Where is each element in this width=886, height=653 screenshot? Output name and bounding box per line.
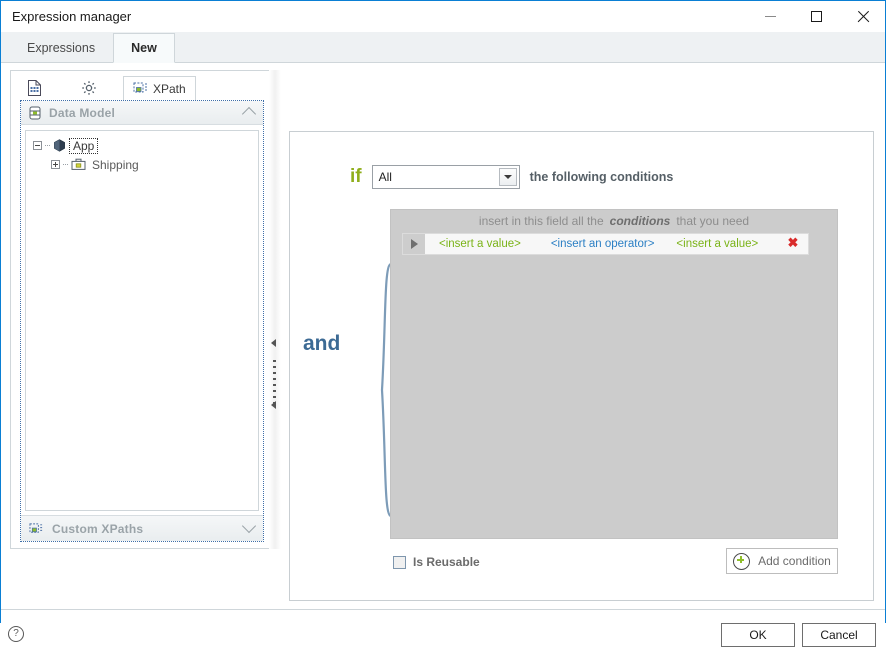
tab-xpath[interactable]: XPath [123, 76, 196, 101]
right-panel: if All the following conditions and inse… [289, 131, 874, 601]
add-condition-label: Add condition [758, 554, 831, 568]
tree-node-app[interactable]: App [26, 136, 258, 155]
combo-dropdown-button[interactable] [498, 168, 517, 186]
window-title: Expression manager [12, 9, 132, 24]
dialog-footer: ? OK Cancel [1, 609, 885, 653]
match-mode-value: All [378, 170, 392, 184]
body-area: XPath Data Model App Shipping Custom XPa… [1, 63, 885, 609]
expander-plus-icon[interactable] [51, 160, 60, 169]
briefcase-icon [71, 158, 86, 171]
section-data-model-label: Data Model [49, 105, 116, 120]
minimize-icon [764, 16, 776, 17]
tab-expressions[interactable]: Expressions [9, 32, 114, 62]
tree-node-shipping-label: Shipping [92, 157, 139, 172]
tree-node-shipping[interactable]: Shipping [26, 155, 258, 174]
close-button[interactable] [839, 1, 885, 32]
tab-new-label: New [131, 41, 157, 55]
help-icon[interactable]: ? [8, 626, 24, 642]
tree-connector [63, 163, 68, 166]
chevron-down-icon[interactable] [241, 518, 257, 534]
hexagon-icon [53, 139, 66, 152]
cancel-button[interactable]: Cancel [802, 623, 876, 647]
if-keyword: if [350, 166, 362, 187]
title-bar: Expression manager [1, 1, 885, 32]
database-icon [29, 106, 41, 120]
maximize-icon [810, 11, 822, 22]
following-conditions-label: the following conditions [529, 170, 674, 184]
delete-condition-icon[interactable]: ✖ [787, 236, 799, 249]
match-mode-combo[interactable]: All [371, 165, 520, 189]
main-tab-strip: Expressions New [1, 32, 885, 63]
document-icon [27, 79, 42, 96]
group-operator-and: and [303, 332, 341, 355]
collapse-left-arrow-top-icon[interactable] [271, 339, 276, 347]
chevron-up-icon[interactable] [241, 106, 257, 122]
gear-icon [81, 80, 97, 96]
hint-after: that you need [676, 214, 750, 228]
xpath-icon [29, 522, 44, 536]
section-custom-xpaths-header[interactable]: Custom XPaths [21, 515, 263, 541]
condition-row[interactable]: <insert a value> <insert an operator> <i… [402, 233, 809, 255]
chevron-right-icon [410, 239, 418, 249]
ok-button[interactable]: OK [721, 623, 795, 647]
is-reusable-label: Is Reusable [413, 555, 480, 569]
maximize-button[interactable] [793, 1, 839, 32]
left-panel-tabs: XPath [11, 71, 273, 101]
tree-node-app-label: App [69, 137, 99, 154]
xpath-icon [133, 81, 149, 96]
conditions-hint: insert in this field all the conditions th… [391, 214, 837, 228]
tab-document[interactable] [18, 75, 51, 100]
cancel-button-label: Cancel [820, 628, 858, 642]
tab-expressions-label: Expressions [27, 40, 96, 55]
left-panel: XPath Data Model App Shipping Custom XPa… [10, 70, 274, 549]
tab-settings[interactable] [72, 75, 106, 100]
data-model-tree[interactable]: App Shipping [25, 130, 259, 511]
chevron-down-icon [503, 175, 512, 179]
tab-strip-filler [174, 32, 885, 62]
collapse-left-arrow-bottom-icon[interactable] [271, 401, 276, 409]
conditions-panel[interactable]: insert in this field all the conditions th… [390, 209, 838, 539]
splitter-grip [273, 360, 276, 404]
minimize-button[interactable] [747, 1, 793, 32]
section-custom-xpaths-label: Custom XPaths [52, 521, 144, 536]
condition-right-value[interactable]: <insert a value> [676, 238, 758, 250]
ok-button-label: OK [749, 628, 767, 642]
plus-circle-icon [733, 552, 751, 570]
tab-new[interactable]: New [113, 33, 175, 63]
window-controls [747, 1, 885, 32]
hint-emphasis: conditions [609, 214, 671, 228]
condition-left-value[interactable]: <insert a value> [439, 238, 521, 250]
close-icon [856, 10, 869, 23]
condition-operator[interactable]: <insert an operator> [551, 238, 655, 250]
expression-manager-window: Expression manager Expressions New XPath… [0, 0, 886, 653]
panel-splitter[interactable] [269, 70, 281, 549]
row-expand-handle[interactable] [403, 234, 425, 254]
hint-before: insert in this field all the [478, 214, 604, 228]
section-data-model-header[interactable]: Data Model [21, 101, 263, 125]
tab-xpath-label: XPath [153, 81, 186, 96]
tree-connector [45, 144, 50, 147]
expander-minus-icon[interactable] [33, 141, 42, 150]
add-condition-button[interactable]: Add condition [726, 548, 838, 574]
is-reusable-checkbox[interactable] [393, 555, 406, 569]
is-reusable-row[interactable]: Is Reusable [393, 555, 480, 569]
if-row: if All the following conditions [350, 165, 673, 189]
left-panel-sections: Data Model App Shipping Custom XPaths [20, 100, 264, 542]
